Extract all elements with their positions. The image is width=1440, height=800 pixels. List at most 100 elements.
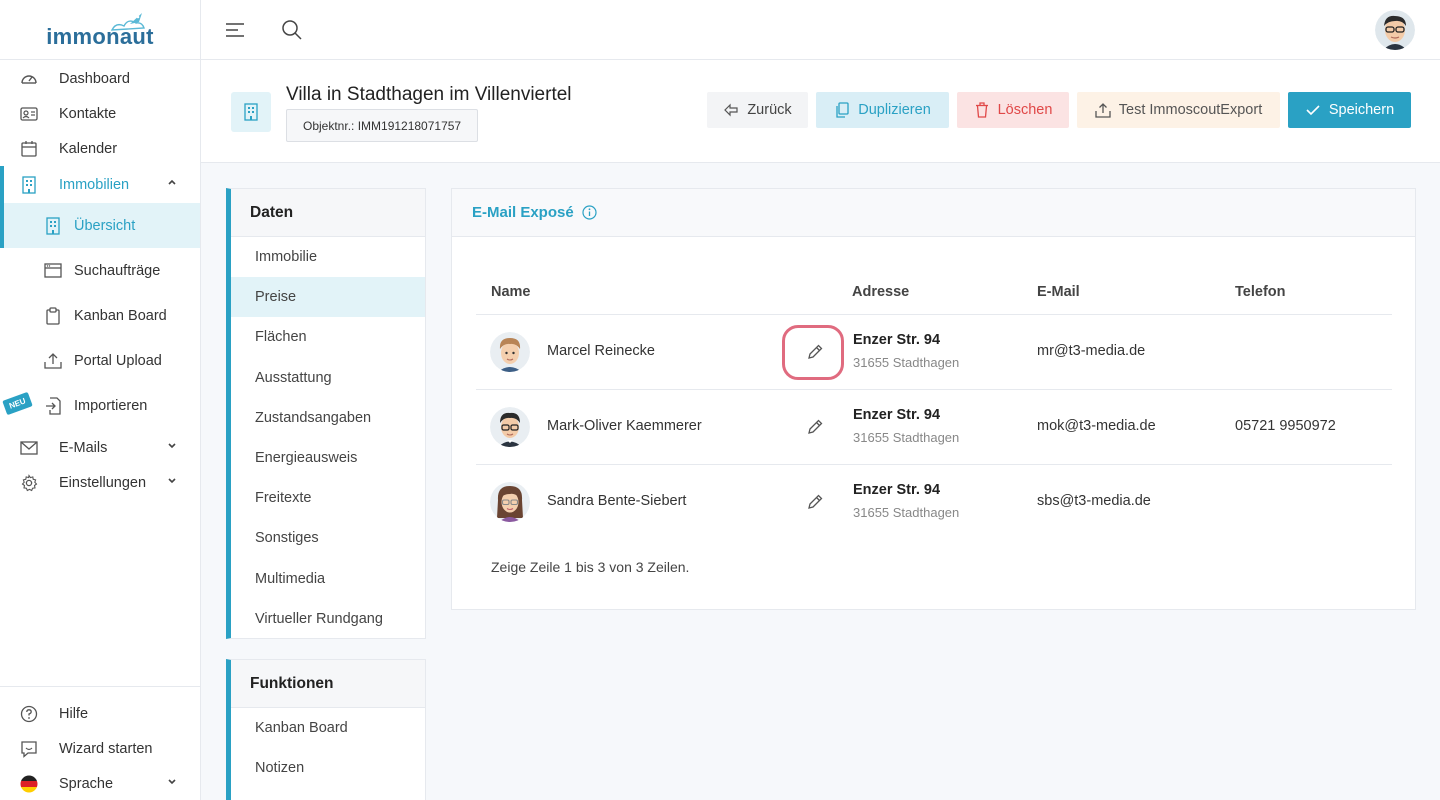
page-header: Villa in Stadthagen im Villenviertel Obj… [201,60,1440,163]
contact-name: Marcel Reinecke [547,343,655,359]
sub-item-kanban[interactable]: Kanban Board [0,293,200,338]
gear-icon [19,473,39,493]
email-expose-panel: E-Mail Exposé Name Adresse E-Mail Telefo… [451,188,1416,610]
upload-icon [44,352,62,370]
duplicate-button[interactable]: Duplizieren [816,92,949,128]
info-icon[interactable] [582,205,597,220]
chevron-down-icon [168,443,176,449]
nav-group-immobilien: Immobilien Übersicht [0,166,200,248]
sub-item-portal-upload-label: Portal Upload [74,352,162,369]
menu-item-multimedia[interactable]: Multimedia [231,559,425,599]
address-city: 31655 Stadthagen [853,505,960,520]
nav-wizard[interactable]: Wizard starten [0,731,200,766]
menu-item-preise[interactable]: Preise [231,277,425,318]
trash-icon [974,102,990,118]
speedometer-icon [19,69,39,89]
nav-kontakte[interactable]: Kontakte [0,96,200,131]
contact-name: Mark-Oliver Kaemmerer [547,418,702,434]
menu-funktionen: Funktionen Kanban Board Notizen [226,659,426,800]
pencil-icon[interactable] [806,418,824,436]
back-button-label: Zurück [747,102,792,118]
menu-item-immobilie[interactable]: Immobilie [231,237,425,277]
menu-item-sonstiges[interactable]: Sonstiges [231,518,425,558]
menu-item-virtueller-rundgang[interactable]: Virtueller Rundgang [231,599,425,639]
pencil-icon[interactable] [806,343,824,361]
nav-kalender-label: Kalender [59,140,118,157]
building-icon [231,92,271,132]
contacts-table: Name Adresse E-Mail Telefon Marcel Reine… [476,273,1392,540]
nav-hilfe[interactable]: Hilfe [0,696,200,731]
nav-wizard-label: Wizard starten [59,740,153,757]
menu-item-energieausweis[interactable]: Energieausweis [231,438,425,478]
menu-item-notizen[interactable]: Notizen [231,748,425,788]
address-street: Enzer Str. 94 [853,332,941,348]
contact-email[interactable]: sbs@t3-media.de [1037,493,1151,509]
menu-item-flaechen[interactable]: Flächen [231,317,425,357]
nav-hilfe-label: Hilfe [59,705,89,722]
sub-item-kanban-label: Kanban Board [74,307,167,324]
table-row[interactable]: Mark-Oliver Kaemmerer Enzer Str. 94 3165… [476,390,1392,465]
column-email[interactable]: E-Mail [1037,284,1080,300]
nav-einstellungen[interactable]: Einstellungen [0,465,200,500]
search-icon[interactable] [281,19,303,41]
nav-dashboard[interactable]: Dashboard [0,61,200,96]
address-city: 31655 Stadthagen [853,430,960,445]
menu-funktionen-title: Funktionen [231,660,425,708]
sub-item-portal-upload[interactable]: Portal Upload [0,338,200,383]
browser-window-icon [44,262,62,280]
help-icon [19,704,39,724]
avatar [490,482,530,522]
page-title: Villa in Stadthagen im Villenviertel [286,84,572,105]
nav-emails[interactable]: E-Mails [0,430,200,465]
duplicate-button-label: Duplizieren [858,102,931,118]
sub-item-importieren-label: Importieren [74,397,148,414]
delete-button-label: Löschen [997,102,1053,118]
nav-sprache[interactable]: Sprache [0,766,200,800]
save-button[interactable]: Speichern [1288,92,1411,128]
column-phone[interactable]: Telefon [1235,284,1285,300]
save-button-label: Speichern [1328,102,1395,118]
upload-icon [1095,102,1111,118]
logo[interactable]: immonaut [0,0,200,60]
export-button[interactable]: Test ImmoscoutExport [1077,92,1280,128]
menu-item-freitexte[interactable]: Freitexte [231,478,425,518]
menu-daten-title: Daten [231,189,425,237]
sub-item-uebersicht-label: Übersicht [74,217,136,234]
chevron-up-icon [168,179,176,185]
sub-item-uebersicht[interactable]: Übersicht [4,203,200,248]
sub-item-suchauftraege[interactable]: Suchaufträge [0,248,200,293]
table-row[interactable]: Sandra Bente-Siebert Enzer Str. 94 31655… [476,465,1392,540]
chat-smile-icon [19,739,39,759]
avatar [490,407,530,447]
rocket-icon [110,13,145,31]
user-avatar[interactable] [1375,10,1415,50]
contact-email[interactable]: mok@t3-media.de [1037,418,1156,434]
building-icon [19,175,39,195]
nav-kontakte-label: Kontakte [59,105,117,122]
import-file-icon [44,396,62,415]
pencil-icon[interactable] [806,493,824,511]
nav-kalender[interactable]: Kalender [0,131,200,166]
contact-name: Sandra Bente-Siebert [547,493,687,509]
contact-card-icon [19,104,39,124]
nav-immobilien[interactable]: Immobilien [4,166,200,203]
column-name[interactable]: Name [491,284,531,300]
contact-phone[interactable]: 05721 9950972 [1235,418,1336,434]
clipboard-icon [44,306,62,325]
menu-item-ausstattung[interactable]: Ausstattung [231,358,425,398]
menu-item-zustandsangaben[interactable]: Zustandsangaben [231,398,425,438]
back-button[interactable]: Zurück [707,92,808,128]
german-flag-icon [19,774,39,794]
chevron-down-icon [168,478,176,484]
menu-daten: Daten Immobilie Preise Flächen Ausstattu… [226,188,426,639]
address-city: 31655 Stadthagen [853,355,960,370]
menu-toggle-icon[interactable] [225,20,245,40]
menu-item-kanban-board[interactable]: Kanban Board [231,708,425,748]
delete-button[interactable]: Löschen [957,92,1069,128]
contact-email[interactable]: mr@t3-media.de [1037,343,1145,359]
table-row[interactable]: Marcel Reinecke Enzer Str. 94 31655 Stad… [476,315,1392,390]
nav-sprache-label: Sprache [59,775,114,792]
sub-item-suchauftraege-label: Suchaufträge [74,262,161,279]
column-address[interactable]: Adresse [852,284,909,300]
address-street: Enzer Str. 94 [853,482,941,498]
